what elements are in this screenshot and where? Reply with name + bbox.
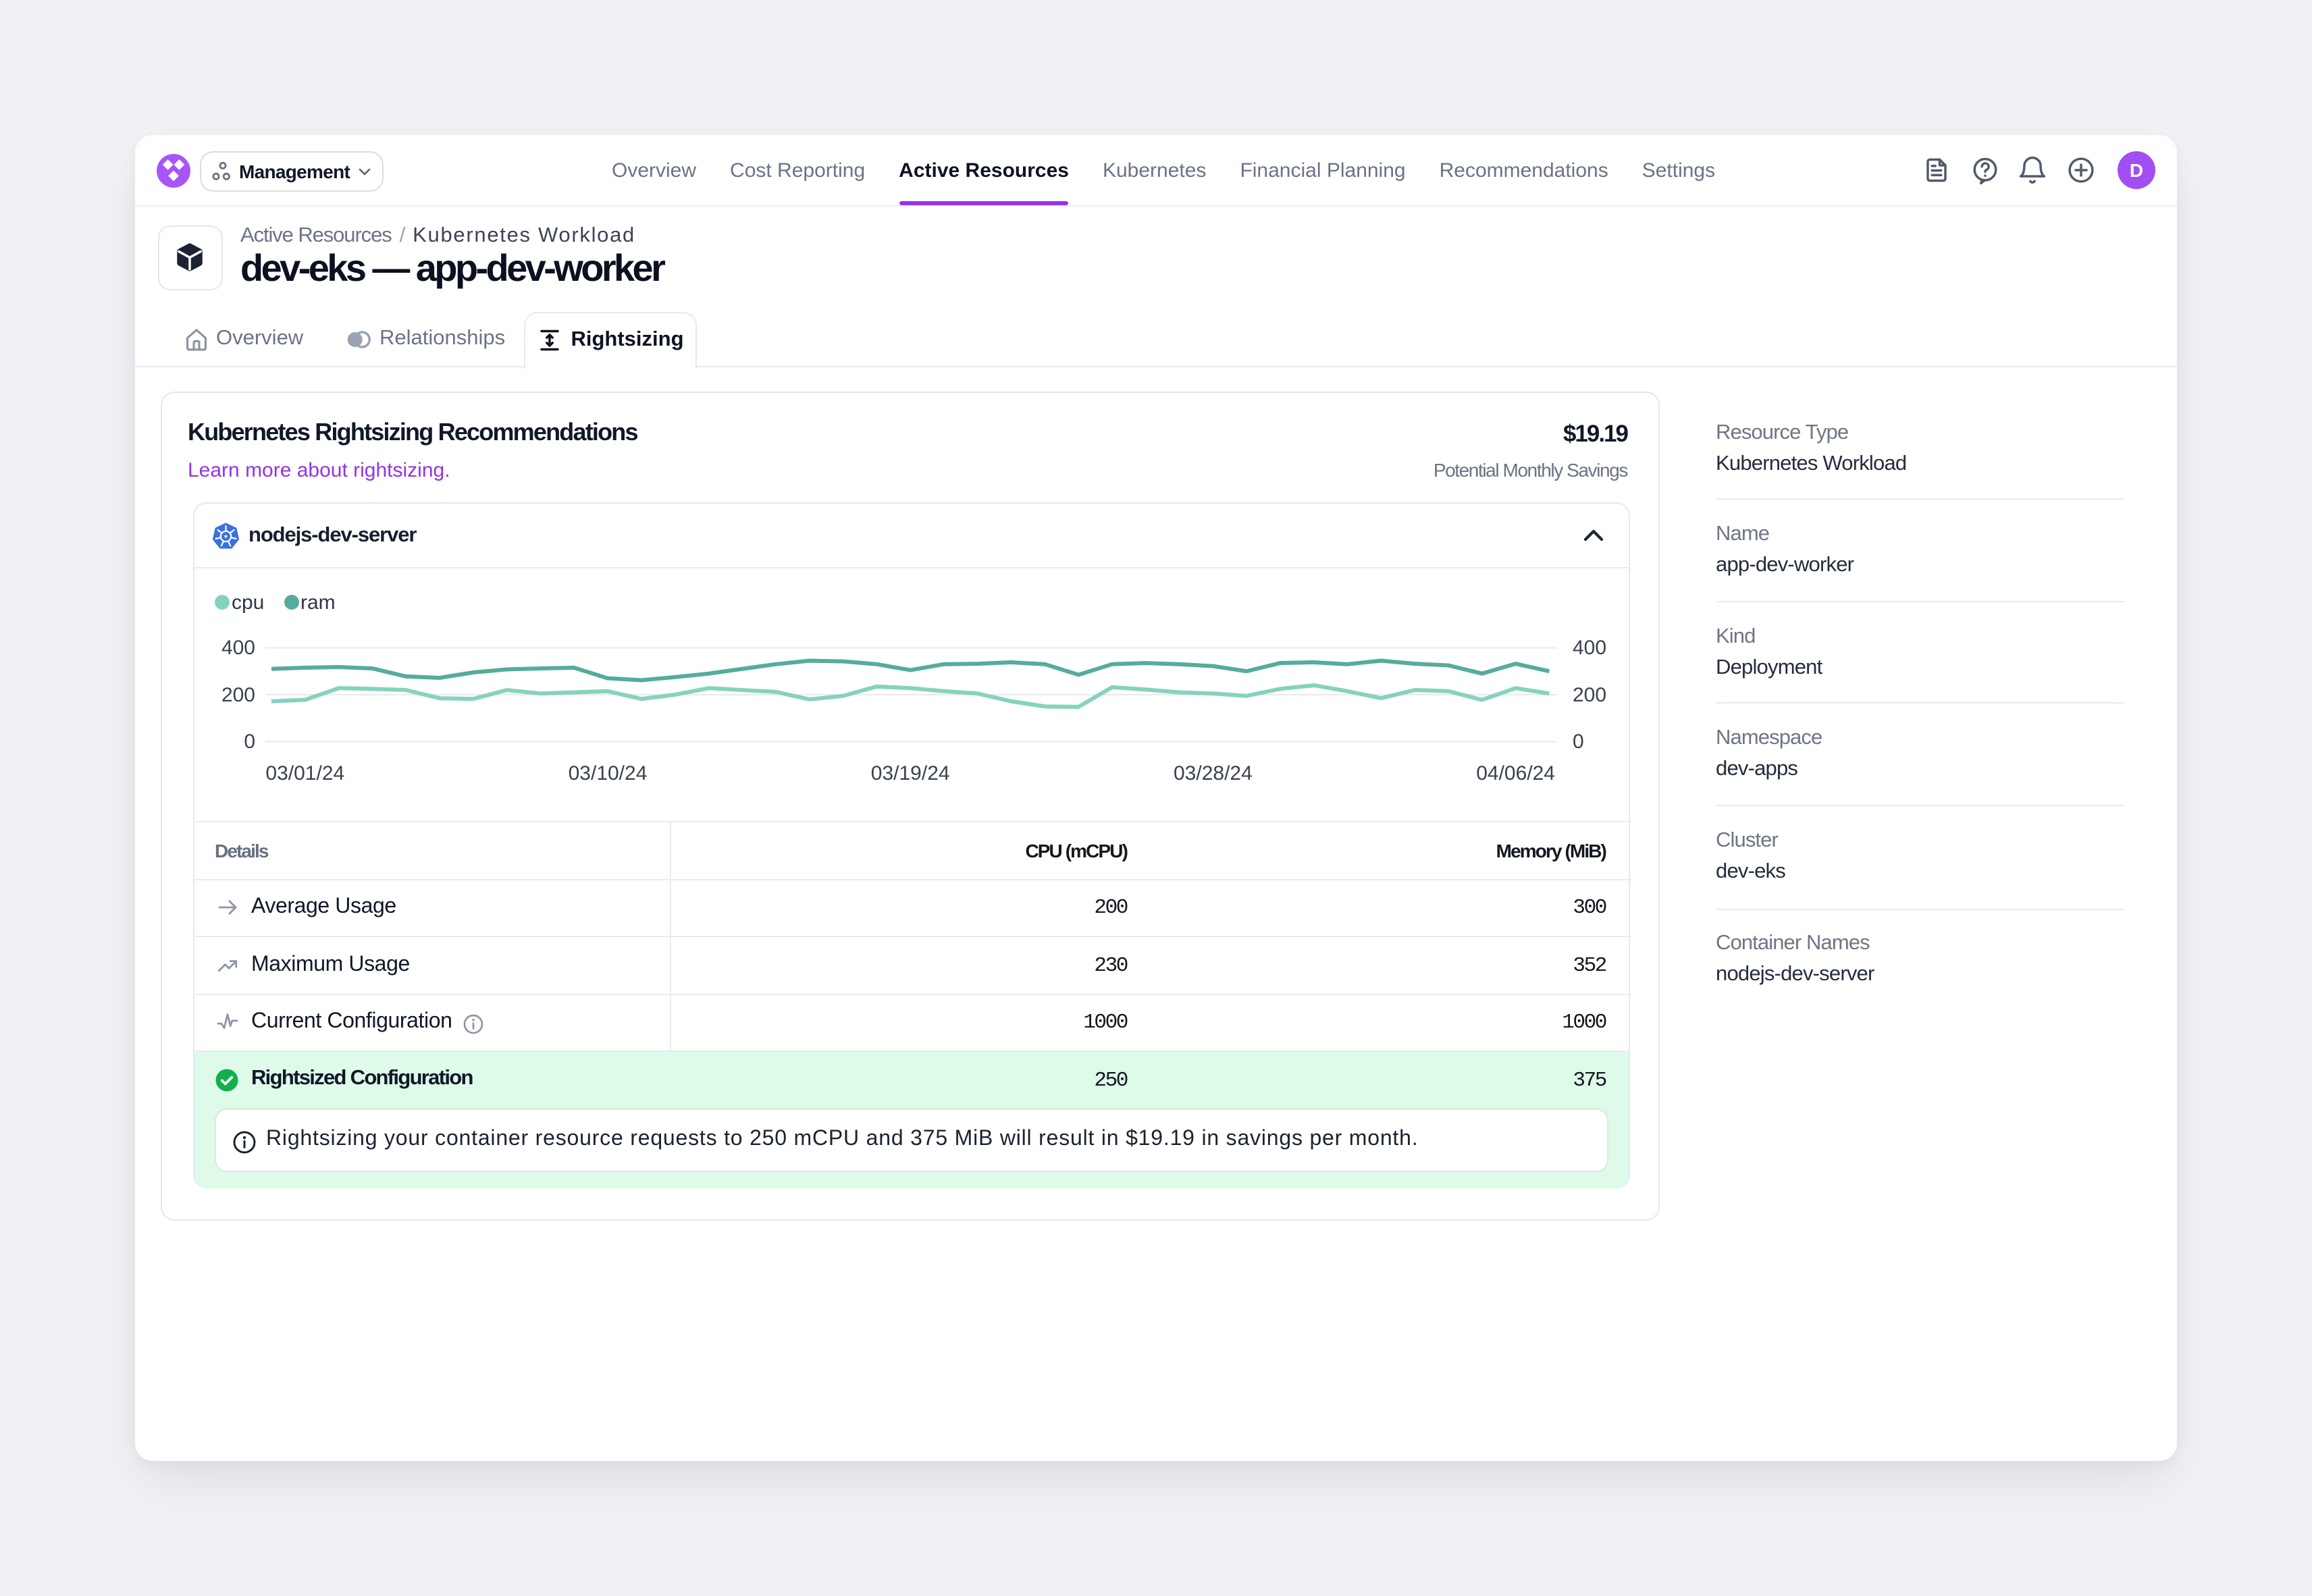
svg-text:400: 400	[1573, 637, 1606, 659]
svg-text:400: 400	[221, 637, 255, 659]
svg-text:03/01/24: 03/01/24	[265, 762, 344, 784]
svg-text:03/28/24: 03/28/24	[1174, 762, 1253, 784]
svg-text:04/06/24: 04/06/24	[1476, 762, 1555, 784]
svg-text:03/10/24: 03/10/24	[569, 762, 648, 784]
svg-text:03/19/24: 03/19/24	[871, 762, 950, 784]
svg-text:ram: ram	[300, 591, 336, 614]
svg-text:200: 200	[1573, 684, 1606, 706]
svg-text:200: 200	[221, 684, 255, 706]
svg-text:0: 0	[1573, 730, 1584, 753]
svg-text:cpu: cpu	[232, 591, 264, 614]
svg-text:0: 0	[244, 730, 255, 753]
